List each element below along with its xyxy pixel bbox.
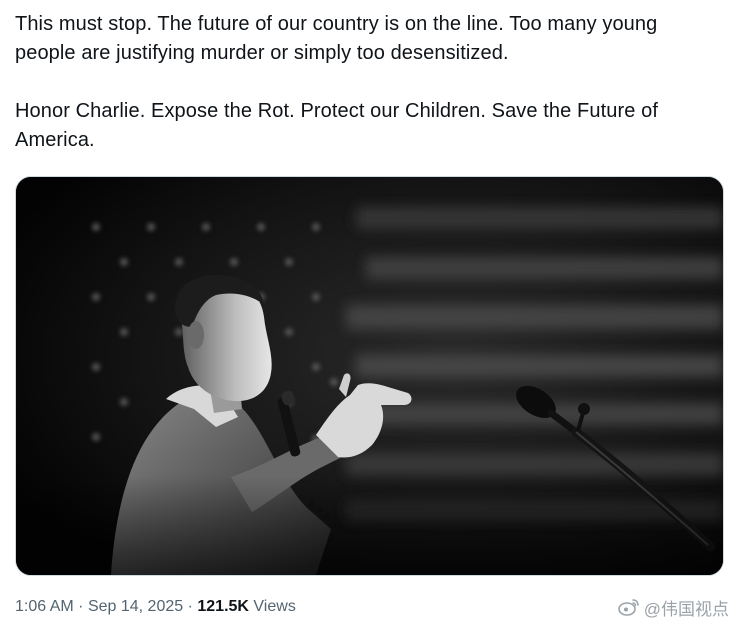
watermark: @伟国视点 (617, 598, 729, 622)
watermark-text: @伟国视点 (643, 600, 729, 619)
tweet-meta: 1:06 AM · Sep 14, 2025 · 121.5K Views (15, 596, 296, 618)
tweet-photo[interactable] (15, 176, 724, 576)
views-label: Views (253, 598, 296, 615)
views-count: 121.5K (197, 598, 249, 615)
tweet-paragraph: This must stop. The future of our countr… (15, 13, 658, 64)
photo-speaker-image (16, 177, 723, 575)
weibo-icon (617, 598, 640, 622)
tweet-time[interactable]: 1:06 AM (15, 598, 74, 615)
meta-separator: · (78, 598, 84, 615)
tweet-date[interactable]: Sep 14, 2025 (88, 598, 183, 615)
tweet-paragraph: Honor Charlie. Expose the Rot. Protect o… (15, 100, 658, 151)
tweet-text: This must stop. The future of our countr… (15, 10, 720, 155)
meta-separator: · (187, 598, 193, 615)
